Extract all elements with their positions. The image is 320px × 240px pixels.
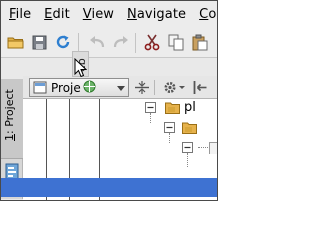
menu-view[interactable]: View	[83, 7, 114, 22]
collapse-all-icon	[135, 81, 149, 94]
save-all-button[interactable]	[29, 32, 49, 52]
menu-edit-label: dit	[52, 7, 70, 22]
menu-code-mnemonic: C	[199, 7, 209, 22]
menu-navigate-label: avigate	[136, 7, 187, 22]
scissors-icon	[144, 34, 160, 50]
collapse-node-icon	[164, 122, 175, 133]
menu-edit[interactable]: Edit	[44, 7, 70, 22]
menu-file-mnemonic: F	[9, 7, 16, 22]
menu-file-label: ile	[15, 7, 32, 22]
tree-root-label[interactable]: pl	[184, 100, 196, 115]
undo-button[interactable]	[87, 32, 107, 52]
menu-navigate-mnemonic: N	[127, 7, 137, 22]
menu-navigate[interactable]: Navigate	[127, 7, 186, 22]
redo-button[interactable]	[111, 32, 131, 52]
copy-icon	[168, 34, 184, 50]
chevron-down-icon	[117, 86, 125, 91]
menu-file[interactable]: File	[9, 7, 31, 22]
header-separator	[154, 80, 155, 95]
hide-panel-icon	[193, 81, 207, 94]
tree-connector	[187, 153, 188, 167]
project-tab-mnemonic: 1	[3, 134, 16, 141]
project-view-icon	[33, 81, 47, 94]
collapse-node-icon	[145, 102, 156, 113]
settings-button[interactable]	[163, 80, 185, 98]
cursor-arrow-icon	[74, 57, 88, 78]
project-tool-tab[interactable]: 1: Project	[1, 79, 23, 159]
paste-button[interactable]	[190, 32, 210, 52]
redo-icon	[113, 36, 128, 48]
view-selector-label: Proje	[51, 80, 81, 95]
save-icon	[32, 35, 46, 49]
copy-button[interactable]	[166, 32, 186, 52]
open-folder-icon	[7, 37, 23, 49]
menu-bar: File Edit View Navigate Code	[1, 1, 217, 28]
tree-grandchild-folder-partial[interactable]	[209, 142, 217, 154]
menu-view-label: iew	[91, 7, 115, 22]
toolbar-separator	[78, 33, 79, 53]
dragged-tool-icon	[83, 80, 96, 96]
cut-button[interactable]	[142, 32, 162, 52]
tree-connector	[169, 133, 170, 143]
menu-code[interactable]: Code	[199, 7, 217, 22]
gear-icon	[164, 82, 185, 93]
tree-root-folder[interactable]	[165, 101, 180, 117]
menu-code-label: ode	[208, 7, 217, 22]
folder-icon	[182, 122, 197, 134]
folder-icon	[165, 102, 180, 114]
menu-edit-mnemonic: E	[44, 7, 53, 22]
project-tool-tab-label: 1: Project	[3, 89, 16, 141]
paste-icon	[192, 34, 208, 50]
undo-icon	[90, 36, 105, 48]
toolbar-separator	[135, 33, 136, 53]
tree-connector	[150, 113, 151, 123]
collapse-node-icon	[182, 142, 193, 153]
web-tool-icon	[83, 80, 96, 93]
open-folder-button[interactable]	[5, 32, 25, 52]
project-tab-text: : Project	[3, 89, 16, 134]
refresh-icon	[56, 35, 70, 49]
tree-connector	[198, 147, 208, 148]
collapse-all-button[interactable]	[135, 81, 149, 97]
main-toolbar	[1, 28, 217, 58]
tree-child-folder[interactable]	[182, 121, 197, 137]
selected-tree-row[interactable]	[1, 178, 217, 197]
tool-window-strip	[1, 59, 217, 76]
mouse-cursor	[74, 57, 88, 81]
project-panel-header: Proje	[23, 76, 217, 99]
synchronize-button[interactable]	[53, 32, 73, 52]
hide-panel-button[interactable]	[193, 80, 208, 98]
ide-window: File Edit View Navigate Code	[0, 0, 218, 201]
